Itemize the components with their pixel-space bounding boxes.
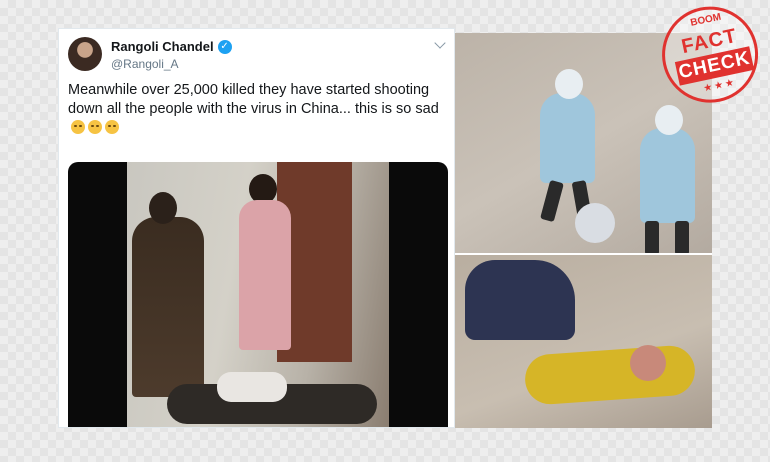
chevron-down-icon[interactable] (434, 37, 446, 49)
avatar[interactable] (68, 37, 102, 71)
fact-check-stamp: BOOM FACT CHECK ★★★ (651, 0, 770, 114)
photo-street (455, 255, 712, 428)
video-frame (127, 162, 389, 427)
emoji-icon (71, 120, 85, 134)
tweet-video[interactable] (68, 162, 448, 427)
verified-badge-icon: ✓ (217, 39, 232, 54)
display-name[interactable]: Rangoli Chandel (111, 39, 214, 54)
tweet-text: Meanwhile over 25,000 killed they have s… (68, 81, 446, 138)
emoji-icon (88, 120, 102, 134)
tweet-card: Rangoli Chandel ✓ @Rangoli_A Meanwhile o… (58, 28, 455, 428)
tweet-author: Rangoli Chandel ✓ (111, 39, 232, 54)
emoji-icon (105, 120, 119, 134)
tweet-body: Meanwhile over 25,000 killed they have s… (68, 82, 439, 117)
user-handle[interactable]: @Rangoli_A (111, 57, 179, 71)
